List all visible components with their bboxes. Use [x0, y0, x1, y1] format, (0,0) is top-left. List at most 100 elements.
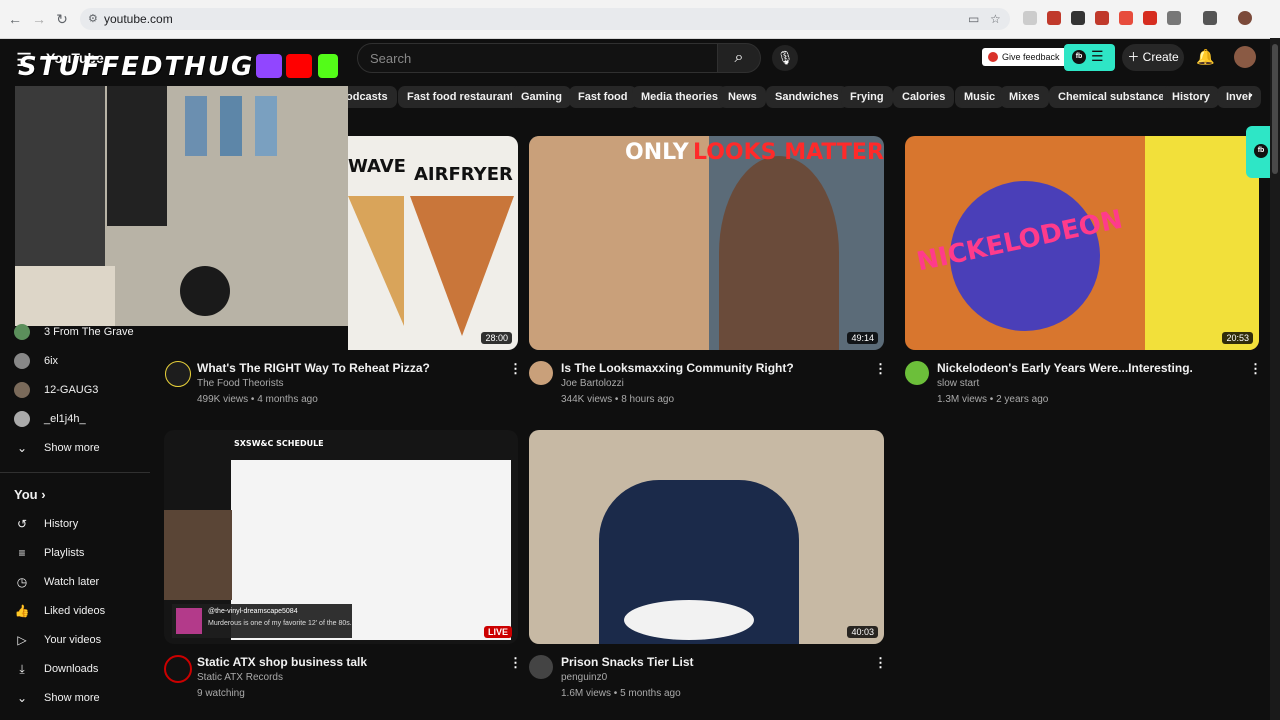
user-avatar[interactable]	[1234, 46, 1256, 68]
sidebar-item-liked-videos[interactable]: 👍 Liked videos	[14, 600, 106, 622]
thumbnail-text: SXSW&C SCHEDULE	[234, 439, 324, 448]
download-icon: ⤓	[19, 662, 25, 677]
category-chip[interactable]: Fast food restaurants	[398, 86, 529, 108]
extension-icon[interactable]	[1023, 11, 1037, 25]
extension-icon[interactable]	[1095, 11, 1109, 25]
webcam-cabinet	[107, 86, 167, 226]
create-button[interactable]: ＋ Create	[1122, 44, 1184, 71]
webcam-cloth	[15, 266, 115, 326]
subscription-label: _el1j4h_	[44, 413, 86, 425]
channel-name[interactable]: slow start	[937, 378, 979, 389]
subscription-label: 6ix	[44, 355, 59, 367]
sidebar-item-history[interactable]: ↺ History	[14, 513, 78, 535]
sidebar-item-watch-later[interactable]: ◷ Watch later	[14, 571, 99, 593]
category-chip[interactable]: Fast food	[569, 86, 637, 108]
channel-name[interactable]: penguinz0	[561, 672, 607, 683]
search-input[interactable]: Search	[357, 43, 719, 73]
extension-icon[interactable]	[1047, 11, 1061, 25]
notifications-bell-icon[interactable]: 🔔	[1196, 48, 1215, 66]
sidebar-you-heading[interactable]: You ›	[14, 487, 46, 502]
channel-avatar[interactable]	[165, 361, 191, 387]
sidebar-item-your-videos[interactable]: ▷ Your videos	[14, 629, 101, 651]
chevron-down-icon: ⌄	[16, 441, 28, 456]
live-badge: LIVE	[483, 626, 512, 638]
category-chip[interactable]: Gaming	[512, 86, 571, 108]
more-options-icon[interactable]: ⋮	[509, 655, 522, 671]
channel-avatar[interactable]	[529, 655, 553, 679]
search-icon: ⌕	[734, 49, 744, 66]
extension-icon[interactable]	[1071, 11, 1085, 25]
video-thumbnail[interactable]: SXSW&C SCHEDULE @the-vinyl-dreamscape508…	[164, 430, 518, 644]
category-chip[interactable]: Sandwiches	[766, 86, 848, 108]
video-title[interactable]: What's The RIGHT Way To Reheat Pizza?	[197, 361, 430, 375]
category-chip[interactable]: News	[719, 86, 766, 108]
search-button[interactable]: ⌕	[717, 43, 761, 73]
mic-icon[interactable]: 🎙	[772, 45, 798, 71]
extension-icon[interactable]	[1143, 11, 1157, 25]
video-title[interactable]: Static ATX shop business talk	[197, 655, 367, 669]
bookmark-star-icon[interactable]: ☆	[990, 12, 1001, 26]
more-options-icon[interactable]: ⋮	[509, 361, 522, 377]
profile-avatar[interactable]	[1238, 11, 1252, 25]
channel-name[interactable]: Static ATX Records	[197, 672, 283, 683]
url-text: youtube.com	[104, 12, 173, 26]
reload-icon[interactable]: ↻	[53, 10, 71, 28]
video-thumbnail[interactable]: NICKELODEON 20:53	[905, 136, 1259, 350]
video-meta: 499K views • 4 months ago	[197, 394, 318, 405]
puzzle-icon[interactable]	[1167, 11, 1181, 25]
category-chip[interactable]: Frying	[841, 86, 893, 108]
sidebar-subscription[interactable]: 6ix	[14, 350, 58, 372]
category-chip[interactable]: Music	[955, 86, 1005, 108]
category-chip[interactable]: Chemical substances	[1049, 86, 1180, 108]
webcam-overlay	[15, 86, 348, 326]
category-chip[interactable]: Mixes	[1000, 86, 1049, 108]
give-feedback-button[interactable]: Give feedback	[982, 48, 1067, 66]
browser-toolbar: ← → ↻ ⚙ youtube.com ▭ ☆	[0, 0, 1280, 39]
sidebar-item-label: History	[44, 518, 79, 530]
video-title[interactable]: Is The Looksmaxxing Community Right?	[561, 361, 794, 375]
chat-username: @the-vinyl-dreamscape5084	[208, 608, 298, 615]
chevron-right-icon[interactable]: ›	[1248, 86, 1253, 102]
sidebar-subscription[interactable]: 3 From The Grave	[14, 321, 134, 343]
sidebar-subscription[interactable]: 12-GAUG3	[14, 379, 98, 401]
channel-avatar-live[interactable]	[164, 655, 192, 683]
thumbnail-plate	[624, 600, 754, 640]
sidebar-subscription[interactable]: _el1j4h_	[14, 408, 86, 430]
sidebar-show-more-2[interactable]: ⌄ Show more	[14, 687, 100, 709]
more-options-icon[interactable]: ⋮	[874, 361, 887, 377]
video-duration: 49:14	[847, 332, 878, 344]
address-bar[interactable]: ⚙ youtube.com ▭ ☆	[80, 8, 1010, 30]
more-options-icon[interactable]: ⋮	[874, 655, 887, 671]
video-thumbnail[interactable]: WAVE AIRFRYER 28:00	[348, 136, 518, 350]
more-options-icon[interactable]: ⋮	[1249, 361, 1262, 377]
category-chip[interactable]: History	[1163, 86, 1219, 108]
sidebar-item-downloads[interactable]: ⤓ Downloads	[14, 658, 98, 680]
category-chip[interactable]: Media theories	[632, 86, 728, 108]
channel-name[interactable]: The Food Theorists	[197, 378, 284, 389]
cast-icon[interactable]: ▭	[968, 12, 979, 26]
thumbnail-person	[719, 156, 839, 350]
category-chip[interactable]: Inver	[1217, 86, 1262, 108]
you-label: You	[14, 487, 38, 502]
channel-name[interactable]: Joe Bartolozzi	[561, 378, 624, 389]
fb-icon: fb	[1072, 50, 1086, 64]
site-info-icon[interactable]: ⚙	[88, 12, 98, 25]
video-thumbnail[interactable]: 40:03	[529, 430, 884, 644]
channel-avatar[interactable]	[529, 361, 553, 385]
video-title[interactable]: Prison Snacks Tier List	[561, 655, 694, 669]
video-thumbnail[interactable]: ONLY LOOKS MATTER 49:14	[529, 136, 884, 350]
sidebar-item-playlists[interactable]: ≡ Playlists	[14, 542, 84, 564]
back-icon[interactable]: ←	[6, 10, 24, 28]
channel-avatar[interactable]	[905, 361, 929, 385]
sidebar-show-more[interactable]: ⌄ Show more	[14, 437, 100, 459]
extension-fb-button[interactable]: fb ☰	[1064, 44, 1115, 71]
extension-icon[interactable]	[1119, 11, 1133, 25]
show-more-label: Show more	[44, 442, 100, 454]
sidebar-divider	[0, 472, 150, 473]
video-title[interactable]: Nickelodeon's Early Years Were...Interes…	[937, 361, 1193, 375]
scrollbar-thumb[interactable]	[1272, 44, 1278, 174]
forward-icon[interactable]: →	[30, 10, 48, 28]
webcam-art	[185, 96, 207, 156]
category-chip[interactable]: Calories	[893, 86, 955, 108]
sidepanel-icon[interactable]	[1203, 11, 1217, 25]
